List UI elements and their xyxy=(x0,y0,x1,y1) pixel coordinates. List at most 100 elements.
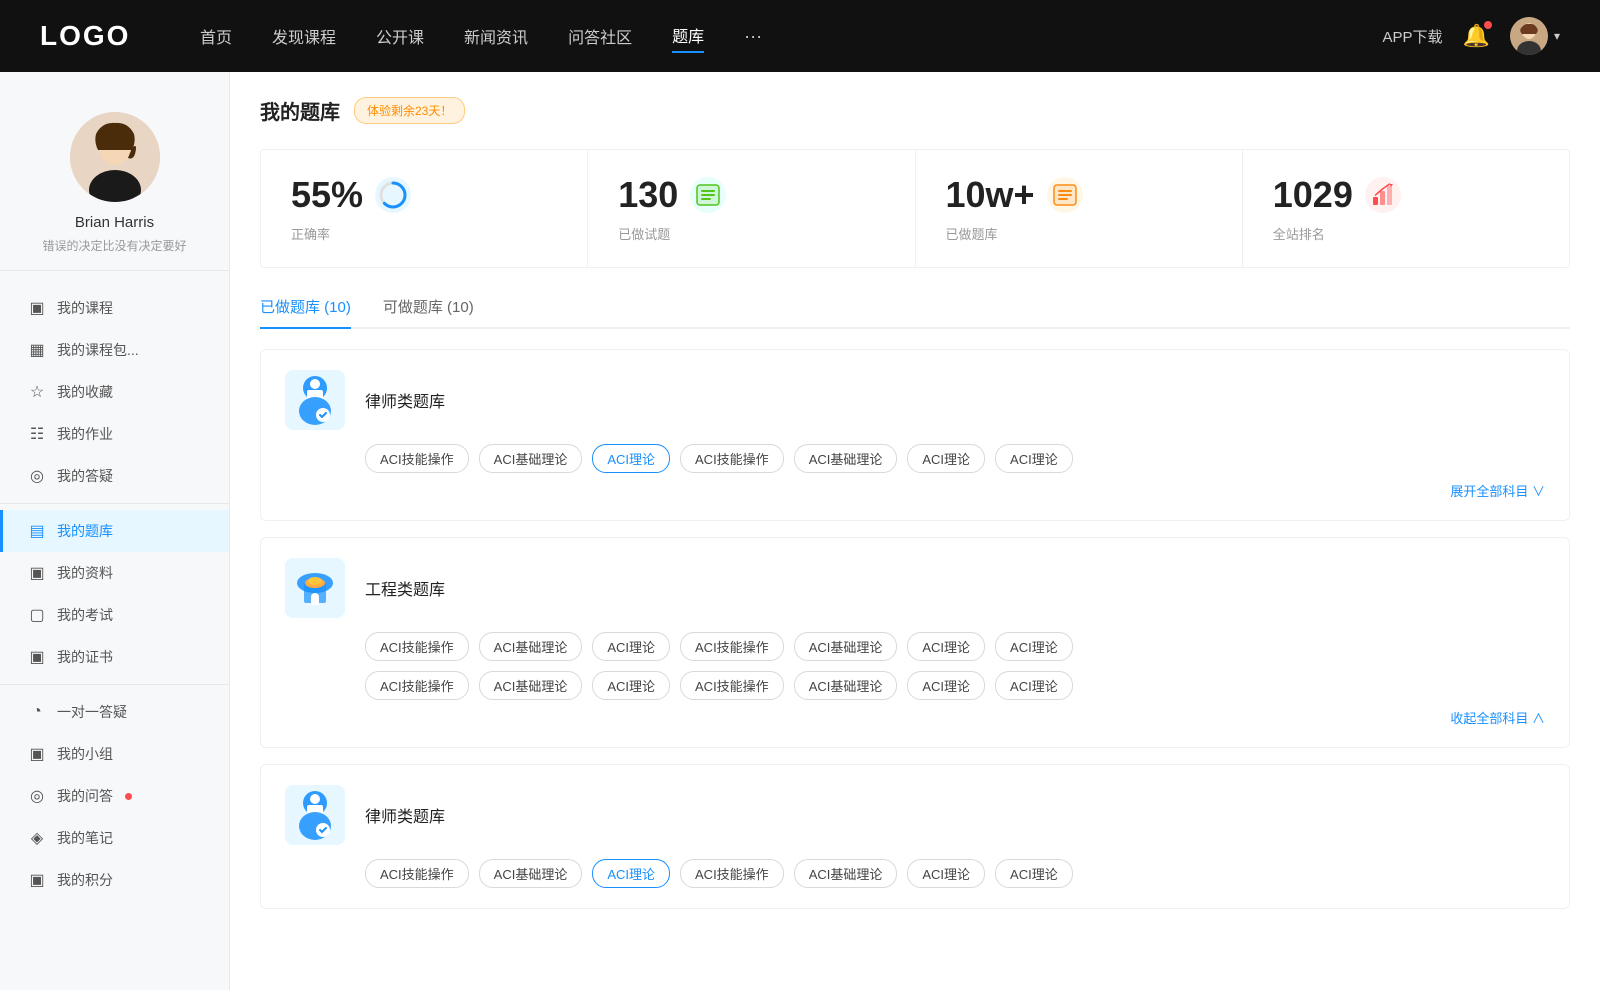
bank-title-lawyer-2: 律师类题库 xyxy=(365,803,445,827)
bank-tags-lawyer-1: ACI技能操作 ACI基础理论 ACI理论 ACI技能操作 ACI基础理论 AC… xyxy=(285,444,1545,473)
sidebar-item-my-qa[interactable]: ◎ 我的答疑 xyxy=(0,455,229,497)
profile-avatar-image xyxy=(70,112,160,202)
nav-news[interactable]: 新闻资讯 xyxy=(464,20,528,52)
expand-lawyer-1[interactable]: 展开全部科目 ∨ xyxy=(285,481,1545,500)
bank-tag[interactable]: ACI基础理论 xyxy=(794,632,898,661)
bank-tag[interactable]: ACI基础理论 xyxy=(479,859,583,888)
done-questions-icon xyxy=(690,177,726,213)
group-icon: ▣ xyxy=(27,744,47,764)
star-icon: ☆ xyxy=(27,382,47,402)
header-right: APP下载 🔔 ▾ xyxy=(1383,17,1560,55)
sidebar-menu: ▣ 我的课程 ▦ 我的课程包... ☆ 我的收藏 ☷ 我的作业 ◎ 我的答疑 ▤ xyxy=(0,279,229,909)
done-banks-icon xyxy=(1047,177,1083,213)
bank-tags-lawyer-2: ACI技能操作 ACI基础理论 ACI理论 ACI技能操作 ACI基础理论 AC… xyxy=(285,859,1545,888)
nav-home[interactable]: 首页 xyxy=(200,20,232,52)
bank-tag[interactable]: ACI技能操作 xyxy=(365,671,469,700)
notification-dot xyxy=(1484,21,1492,29)
sidebar-item-my-exam[interactable]: ▢ 我的考试 xyxy=(0,594,229,636)
bank-tag[interactable]: ACI理论 xyxy=(907,632,985,661)
sidebar: Brian Harris 错误的决定比没有决定要好 ▣ 我的课程 ▦ 我的课程包… xyxy=(0,72,230,990)
bank-tag[interactable]: ACI技能操作 xyxy=(680,632,784,661)
stat-rank-label: 全站排名 xyxy=(1273,224,1325,243)
collapse-engineer[interactable]: 收起全部科目 ∧ xyxy=(285,708,1545,727)
stat-rank: 1029 全站排名 xyxy=(1243,150,1569,267)
sidebar-item-certificate[interactable]: ▣ 我的证书 xyxy=(0,636,229,678)
profile-avatar xyxy=(70,112,160,202)
bank-tags-engineer-row1: ACI技能操作 ACI基础理论 ACI理论 ACI技能操作 ACI基础理论 AC… xyxy=(285,632,1545,661)
sidebar-item-favorites[interactable]: ☆ 我的收藏 xyxy=(0,371,229,413)
bank-tag[interactable]: ACI理论 xyxy=(995,671,1073,700)
questions-icon: ◎ xyxy=(27,786,47,806)
page-header: 我的题库 体验剩余23天！ xyxy=(260,96,1570,125)
tab-done-banks[interactable]: 已做题库 (10) xyxy=(260,296,351,329)
bank-tag[interactable]: ACI基础理论 xyxy=(479,632,583,661)
bank-tag[interactable]: ACI理论 xyxy=(907,859,985,888)
nav-more[interactable]: ··· xyxy=(744,22,762,51)
sidebar-item-one-on-one[interactable]: ◔ 一对一答疑 xyxy=(0,691,229,733)
sidebar-item-homework[interactable]: ☷ 我的作业 xyxy=(0,413,229,455)
bank-tag[interactable]: ACI技能操作 xyxy=(365,859,469,888)
bank-tag[interactable]: ACI基础理论 xyxy=(794,671,898,700)
sidebar-item-my-course[interactable]: ▣ 我的课程 xyxy=(0,287,229,329)
bank-tag[interactable]: ACI技能操作 xyxy=(680,444,784,473)
bank-tag[interactable]: ACI技能操作 xyxy=(365,632,469,661)
nav-open-course[interactable]: 公开课 xyxy=(376,20,424,52)
trial-badge: 体验剩余23天！ xyxy=(354,97,465,124)
stat-done-questions: 130 已做试题 xyxy=(588,150,915,267)
bank-tag[interactable]: ACI理论 xyxy=(995,859,1073,888)
nav-qa[interactable]: 问答社区 xyxy=(568,20,632,52)
course-icon: ▣ xyxy=(27,298,47,318)
bank-title-lawyer-1: 律师类题库 xyxy=(365,388,445,412)
sidebar-item-my-bank[interactable]: ▤ 我的题库 xyxy=(0,510,229,552)
bank-tag[interactable]: ACI理论 xyxy=(592,632,670,661)
one-on-one-icon: ◔ xyxy=(27,703,47,721)
tab-available-banks[interactable]: 可做题库 (10) xyxy=(383,296,474,329)
bank-tag-active[interactable]: ACI理论 xyxy=(592,444,670,473)
sidebar-item-my-group[interactable]: ▣ 我的小组 xyxy=(0,733,229,775)
bank-tag-active[interactable]: ACI理论 xyxy=(592,859,670,888)
bank-card-lawyer-2: 律师类题库 ACI技能操作 ACI基础理论 ACI理论 ACI技能操作 ACI基… xyxy=(260,764,1570,909)
logo[interactable]: LOGO xyxy=(40,20,140,52)
bank-tag[interactable]: ACI技能操作 xyxy=(680,859,784,888)
stat-done-questions-value: 130 xyxy=(618,174,678,216)
nav-question-bank[interactable]: 题库 xyxy=(672,19,704,53)
bank-avatar-lawyer-2 xyxy=(285,785,345,845)
bank-tag[interactable]: ACI理论 xyxy=(907,444,985,473)
stat-accuracy: 55% 正确率 xyxy=(261,150,588,267)
sidebar-item-my-notes[interactable]: ◈ 我的笔记 xyxy=(0,817,229,859)
bank-tag[interactable]: ACI基础理论 xyxy=(794,444,898,473)
bank-tag[interactable]: ACI基础理论 xyxy=(794,859,898,888)
stat-done-banks: 10w+ 已做题库 xyxy=(916,150,1243,267)
bank-tag[interactable]: ACI理论 xyxy=(995,632,1073,661)
bank-tag[interactable]: ACI理论 xyxy=(995,444,1073,473)
bank-card-engineer: 工程类题库 ACI技能操作 ACI基础理论 ACI理论 ACI技能操作 ACI基… xyxy=(260,537,1570,748)
bank-tag[interactable]: ACI基础理论 xyxy=(479,444,583,473)
avatar-image xyxy=(1510,17,1548,55)
sidebar-item-course-package[interactable]: ▦ 我的课程包... xyxy=(0,329,229,371)
course-package-icon: ▦ xyxy=(27,340,47,360)
bank-title-engineer: 工程类题库 xyxy=(365,576,445,600)
bank-tags-engineer-row2: ACI技能操作 ACI基础理论 ACI理论 ACI技能操作 ACI基础理论 AC… xyxy=(285,671,1545,700)
accuracy-icon xyxy=(375,177,411,213)
user-avatar xyxy=(1510,17,1548,55)
rank-icon xyxy=(1365,177,1401,213)
bank-tag[interactable]: ACI技能操作 xyxy=(680,671,784,700)
notification-bell[interactable]: 🔔 xyxy=(1463,23,1490,49)
sidebar-divider-1 xyxy=(0,503,229,504)
bank-tag[interactable]: ACI理论 xyxy=(592,671,670,700)
qa-icon: ◎ xyxy=(27,466,47,486)
sidebar-item-my-points[interactable]: ▣ 我的积分 xyxy=(0,859,229,901)
profile-section: Brian Harris 错误的决定比没有决定要好 xyxy=(0,92,229,271)
bank-tag[interactable]: ACI基础理论 xyxy=(479,671,583,700)
sidebar-item-my-profile[interactable]: ▣ 我的资料 xyxy=(0,552,229,594)
bank-tag[interactable]: ACI技能操作 xyxy=(365,444,469,473)
nav-discover[interactable]: 发现课程 xyxy=(272,20,336,52)
stat-done-banks-label: 已做题库 xyxy=(946,224,998,243)
bank-tag[interactable]: ACI理论 xyxy=(907,671,985,700)
main-content: 我的题库 体验剩余23天！ 55% 正确率 xyxy=(230,72,1600,990)
profile-icon: ▣ xyxy=(27,563,47,583)
notes-icon: ◈ xyxy=(27,828,47,848)
user-avatar-wrap[interactable]: ▾ xyxy=(1510,17,1560,55)
app-download-button[interactable]: APP下载 xyxy=(1383,26,1443,47)
sidebar-item-my-questions[interactable]: ◎ 我的问答 xyxy=(0,775,229,817)
